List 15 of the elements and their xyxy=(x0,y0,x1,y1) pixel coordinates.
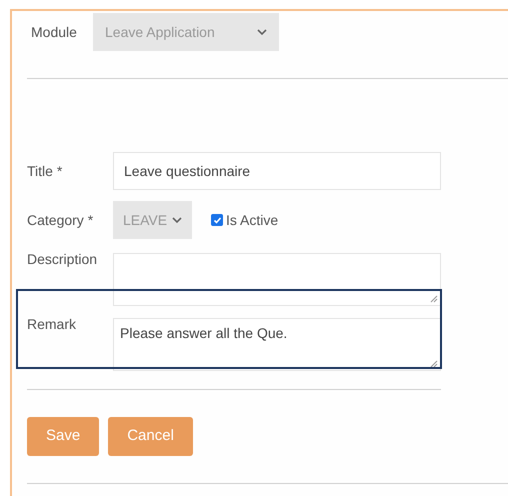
field-label: Category * xyxy=(27,210,94,230)
textarea-field[interactable] xyxy=(113,253,441,306)
textarea-field[interactable]: Please answer all the Que. xyxy=(113,318,441,371)
field-label: Remark xyxy=(27,315,78,334)
form-button[interactable]: Save xyxy=(27,417,100,456)
field-label: Description xyxy=(27,250,98,269)
field-label: Title * xyxy=(27,162,64,180)
resize-grip-icon xyxy=(430,295,438,303)
form-button[interactable]: Cancel xyxy=(108,417,193,456)
resize-grip-icon xyxy=(430,360,438,368)
chevron-down-icon xyxy=(172,216,182,224)
chevron-down-icon xyxy=(257,28,267,36)
module-label: Module xyxy=(31,22,78,42)
title-input[interactable]: Leave questionnaire xyxy=(113,152,441,190)
checkbox-label: Is Active xyxy=(226,210,278,230)
